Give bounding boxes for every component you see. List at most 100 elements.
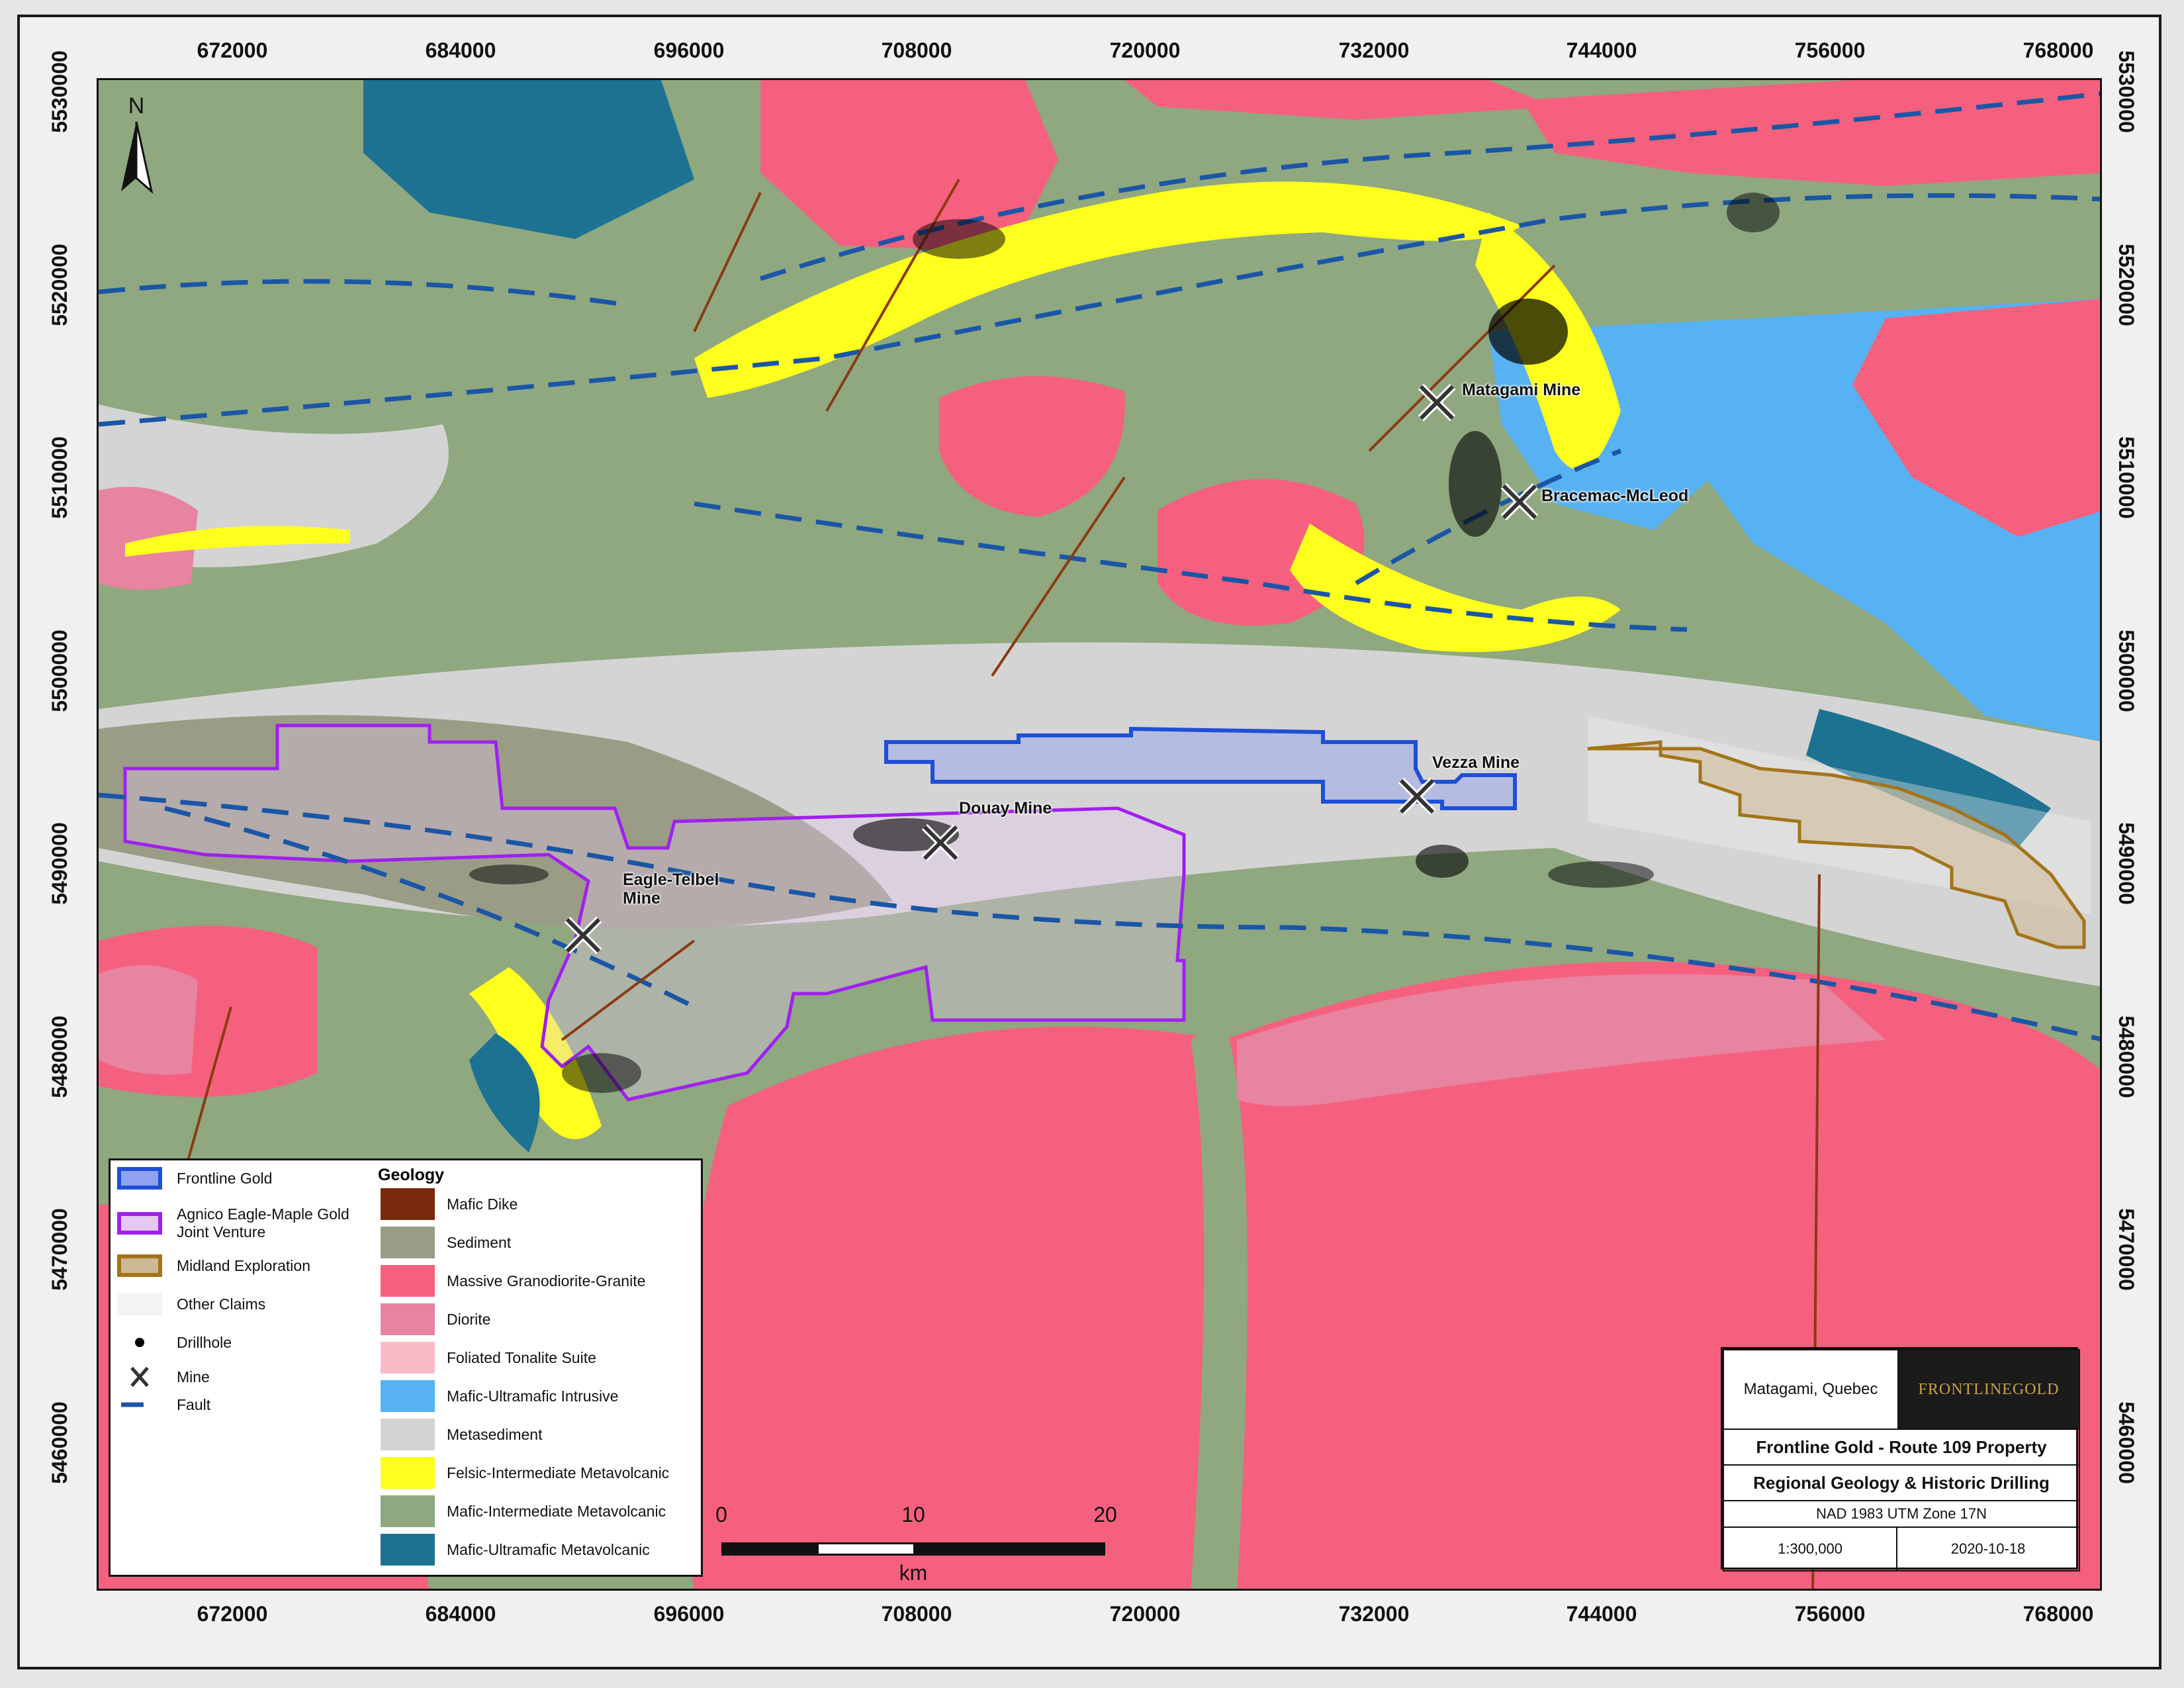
- geology-swatch: [381, 1419, 435, 1450]
- scale-unit: km: [899, 1561, 928, 1585]
- mine-icon[interactable]: [562, 914, 604, 957]
- geology-swatch: [381, 1342, 435, 1374]
- geology-item: Metasediment: [381, 1419, 542, 1450]
- frontline-swatch: [117, 1167, 162, 1190]
- y-tick-label: 5490000: [2114, 822, 2138, 905]
- legend-label: Other Claims: [177, 1295, 266, 1313]
- y-tick-label: 5500000: [47, 630, 71, 712]
- x-tick-label: 708000: [881, 1602, 952, 1626]
- geology-item: Massive Granodiorite-Granite: [381, 1265, 645, 1297]
- midland-swatch: [117, 1254, 162, 1277]
- geology-label: Diorite: [447, 1310, 491, 1328]
- mine-label-vezza: Vezza Mine: [1432, 753, 1520, 772]
- scale-ratio: 1:300,000: [1723, 1526, 1897, 1571]
- geology-swatch: [381, 1457, 435, 1489]
- geology-label: Felsic-Intermediate Metavolcanic: [447, 1464, 670, 1481]
- x-tick-label: 684000: [425, 38, 496, 62]
- agnico-swatch: [117, 1212, 162, 1235]
- frontline-logo: FRONTLINEGOLD: [1897, 1349, 2080, 1430]
- y-tick-label: 5460000: [2114, 1401, 2138, 1484]
- y-tick-label: 5470000: [47, 1208, 71, 1291]
- x-tick-label: 684000: [425, 1602, 496, 1626]
- datum-label: NAD 1983 UTM Zone 17N: [1723, 1500, 2080, 1528]
- x-tick-label: 720000: [1109, 1602, 1181, 1626]
- other-claims-swatch: [117, 1293, 162, 1315]
- x-tick-label: 756000: [1794, 38, 1866, 62]
- scale-bar: 0 10 20 km: [715, 1503, 1117, 1585]
- geology-item: Mafic-Intermediate Metavolcanic: [381, 1495, 666, 1527]
- y-tick-label: 5530000: [47, 50, 71, 133]
- mine-label-eagle-telbel: Eagle-Telbel Mine: [623, 870, 719, 908]
- x-tick-label: 732000: [1338, 1602, 1410, 1626]
- scale-label: 20: [1093, 1503, 1117, 1526]
- map-date: 2020-10-18: [1896, 1526, 2080, 1571]
- geology-swatch: [381, 1188, 435, 1220]
- x-tick-label: 744000: [1566, 38, 1637, 62]
- geology-swatch: [381, 1380, 435, 1412]
- legend-label: Mine: [177, 1368, 210, 1385]
- map-legend: Frontline Gold Agnico Eagle-Maple Gold J…: [109, 1158, 703, 1577]
- y-tick-label: 5510000: [2114, 436, 2138, 519]
- location-label: Matagami, Quebec: [1723, 1349, 1899, 1430]
- geology-label: Mafic-Intermediate Metavolcanic: [447, 1502, 666, 1520]
- x-tick-label: 696000: [653, 1602, 725, 1626]
- y-tick-label: 5490000: [47, 822, 71, 905]
- geology-item: Foliated Tonalite Suite: [381, 1342, 596, 1374]
- mine-label-douay: Douay Mine: [959, 799, 1052, 818]
- title-block: Matagami, Quebec FRONTLINEGOLD Frontline…: [1721, 1347, 2080, 1571]
- geology-swatch: [381, 1534, 435, 1566]
- legend-item-fault: Fault: [117, 1393, 210, 1416]
- geology-label: Mafic Dike: [447, 1195, 518, 1213]
- mine-icon[interactable]: [919, 821, 962, 864]
- geology-title: Geology: [378, 1166, 445, 1184]
- geology-label: Sediment: [447, 1233, 512, 1251]
- scale-label: 0: [715, 1503, 727, 1526]
- y-tick-label: 5520000: [2114, 244, 2138, 326]
- mine-icon[interactable]: [1416, 381, 1458, 424]
- x-tick-label: 672000: [197, 38, 268, 62]
- legend-item-drillhole: Drillhole: [117, 1331, 232, 1354]
- fault-icon: [121, 1402, 144, 1407]
- geology-item: Felsic-Intermediate Metavolcanic: [381, 1457, 669, 1489]
- geology-label: Mafic-Ultramafic Intrusive: [447, 1387, 619, 1405]
- x-tick-label: 744000: [1566, 1602, 1637, 1626]
- mine-icon[interactable]: [1498, 481, 1541, 523]
- mine-label-matagami: Matagami Mine: [1462, 381, 1581, 399]
- y-tick-label: 5530000: [2114, 50, 2138, 133]
- mine-label-bracemac: Bracemac-McLeod: [1541, 487, 1689, 505]
- legend-item-frontline: Frontline Gold: [117, 1167, 272, 1190]
- geology-swatch: [381, 1303, 435, 1335]
- geology-item: Sediment: [381, 1227, 511, 1258]
- scale-bar-graphic: [721, 1542, 1105, 1556]
- geology-item: Mafic Dike: [381, 1188, 518, 1220]
- y-tick-label: 5460000: [47, 1401, 71, 1484]
- x-tick-label: 672000: [197, 1602, 268, 1626]
- x-tick-label: 768000: [2023, 38, 2094, 62]
- y-tick-label: 5470000: [2114, 1208, 2138, 1291]
- legend-item-mine: Mine: [117, 1366, 210, 1388]
- geology-swatch: [381, 1495, 435, 1527]
- drillhole-icon: [117, 1331, 162, 1354]
- geology-item: Diorite: [381, 1303, 490, 1335]
- y-tick-label: 5480000: [2114, 1015, 2138, 1098]
- legend-item-midland: Midland Exploration: [117, 1254, 310, 1277]
- legend-label: Midland Exploration: [177, 1256, 311, 1274]
- legend-item-agnico: Agnico Eagle-Maple Gold Joint Venture: [117, 1205, 349, 1241]
- map-title-line2: Regional Geology & Historic Drilling: [1723, 1464, 2080, 1501]
- map-title-line1: Frontline Gold - Route 109 Property: [1723, 1429, 2080, 1466]
- mine-icon[interactable]: [1396, 775, 1438, 818]
- legend-label: Drillhole: [177, 1333, 232, 1351]
- y-tick-label: 5500000: [2114, 630, 2138, 712]
- svg-text:N: N: [128, 93, 145, 118]
- north-arrow-icon: N: [121, 93, 154, 195]
- x-tick-label: 756000: [1794, 1602, 1866, 1626]
- mine-icon: [130, 1366, 149, 1387]
- y-tick-label: 5510000: [47, 436, 71, 519]
- logo-text: FRONTLINEGOLD: [1918, 1380, 2060, 1398]
- geology-swatch: [381, 1227, 435, 1258]
- geology-item: Mafic-Ultramafic Intrusive: [381, 1380, 618, 1412]
- legend-label: Frontline Gold: [177, 1169, 273, 1187]
- y-tick-label: 5480000: [47, 1015, 71, 1098]
- geology-label: Massive Granodiorite-Granite: [447, 1272, 646, 1289]
- legend-label: Fault: [177, 1395, 211, 1413]
